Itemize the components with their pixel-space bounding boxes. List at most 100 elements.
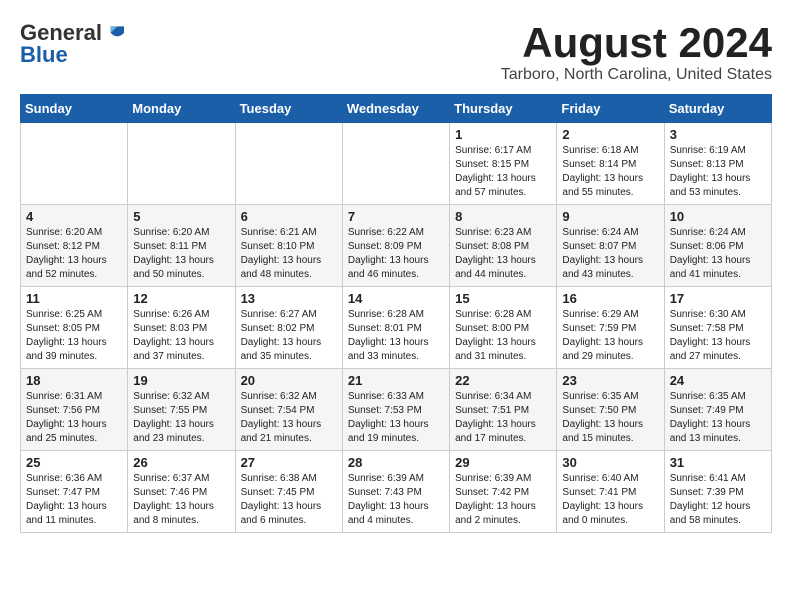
- day-info: Sunrise: 6:24 AM Sunset: 8:06 PM Dayligh…: [670, 226, 766, 282]
- day-info: Sunrise: 6:18 AM Sunset: 8:14 PM Dayligh…: [562, 144, 658, 200]
- day-info: Sunrise: 6:39 AM Sunset: 7:43 PM Dayligh…: [348, 472, 444, 528]
- calendar-cell: 2 Sunrise: 6:18 AM Sunset: 8:14 PM Daylig…: [557, 123, 664, 205]
- day-info: Sunrise: 6:40 AM Sunset: 7:41 PM Dayligh…: [562, 472, 658, 528]
- calendar-cell: 25 Sunrise: 6:36 AM Sunset: 7:47 PM Dayli…: [21, 451, 128, 533]
- weekday-header: Wednesday: [342, 95, 449, 123]
- day-number: 24: [670, 373, 766, 388]
- calendar-cell: 22Sunrise: 6:34 AM Sunset: 7:51 PM Dayli…: [450, 369, 557, 451]
- day-number: 29: [455, 455, 551, 470]
- calendar-cell: 3 Sunrise: 6:19 AM Sunset: 8:13 PM Daylig…: [664, 123, 771, 205]
- calendar-cell: 29 Sunrise: 6:39 AM Sunset: 7:42 PM Dayli…: [450, 451, 557, 533]
- calendar-cell: 11 Sunrise: 6:25 AM Sunset: 8:05 PM Dayli…: [21, 287, 128, 369]
- day-info: Sunrise: 6:31 AM Sunset: 7:56 PM Dayligh…: [26, 390, 122, 446]
- calendar-cell: 7 Sunrise: 6:22 AM Sunset: 8:09 PM Daylig…: [342, 205, 449, 287]
- day-info: Sunrise: 6:20 AM Sunset: 8:12 PM Dayligh…: [26, 226, 122, 282]
- day-number: 30: [562, 455, 658, 470]
- calendar-cell: [342, 123, 449, 205]
- weekday-header: Friday: [557, 95, 664, 123]
- calendar-cell: 5Sunrise: 6:20 AM Sunset: 8:11 PM Daylig…: [128, 205, 235, 287]
- weekday-header: Monday: [128, 95, 235, 123]
- day-number: 26: [133, 455, 229, 470]
- day-info: Sunrise: 6:23 AM Sunset: 8:08 PM Dayligh…: [455, 226, 551, 282]
- calendar-cell: 12 Sunrise: 6:26 AM Sunset: 8:03 PM Dayli…: [128, 287, 235, 369]
- calendar-cell: [128, 123, 235, 205]
- weekday-header: Thursday: [450, 95, 557, 123]
- calendar-week-row: 18Sunrise: 6:31 AM Sunset: 7:56 PM Dayli…: [21, 369, 772, 451]
- calendar: SundayMondayTuesdayWednesdayThursdayFrid…: [20, 94, 772, 533]
- day-number: 7: [348, 209, 444, 224]
- day-info: Sunrise: 6:26 AM Sunset: 8:03 PM Dayligh…: [133, 308, 229, 364]
- day-number: 15: [455, 291, 551, 306]
- day-number: 16: [562, 291, 658, 306]
- day-number: 23: [562, 373, 658, 388]
- weekday-header-row: SundayMondayTuesdayWednesdayThursdayFrid…: [21, 95, 772, 123]
- calendar-cell: 31 Sunrise: 6:41 AM Sunset: 7:39 PM Dayli…: [664, 451, 771, 533]
- day-info: Sunrise: 6:34 AM Sunset: 7:51 PM Dayligh…: [455, 390, 551, 446]
- logo: General Blue: [20, 20, 124, 68]
- calendar-cell: 16 Sunrise: 6:29 AM Sunset: 7:59 PM Dayli…: [557, 287, 664, 369]
- day-number: 2: [562, 127, 658, 142]
- calendar-cell: 24Sunrise: 6:35 AM Sunset: 7:49 PM Dayli…: [664, 369, 771, 451]
- day-number: 10: [670, 209, 766, 224]
- day-info: Sunrise: 6:37 AM Sunset: 7:46 PM Dayligh…: [133, 472, 229, 528]
- location-title: Tarboro, North Carolina, United States: [501, 66, 772, 84]
- calendar-cell: 13 Sunrise: 6:27 AM Sunset: 8:02 PM Dayli…: [235, 287, 342, 369]
- month-title: August 2024: [501, 20, 772, 66]
- day-number: 31: [670, 455, 766, 470]
- calendar-cell: 27Sunrise: 6:38 AM Sunset: 7:45 PM Dayli…: [235, 451, 342, 533]
- day-number: 19: [133, 373, 229, 388]
- day-info: Sunrise: 6:39 AM Sunset: 7:42 PM Dayligh…: [455, 472, 551, 528]
- calendar-cell: 26 Sunrise: 6:37 AM Sunset: 7:46 PM Dayli…: [128, 451, 235, 533]
- weekday-header: Tuesday: [235, 95, 342, 123]
- day-info: Sunrise: 6:36 AM Sunset: 7:47 PM Dayligh…: [26, 472, 122, 528]
- day-info: Sunrise: 6:41 AM Sunset: 7:39 PM Dayligh…: [670, 472, 766, 528]
- day-info: Sunrise: 6:20 AM Sunset: 8:11 PM Dayligh…: [133, 226, 229, 282]
- day-info: Sunrise: 6:32 AM Sunset: 7:55 PM Dayligh…: [133, 390, 229, 446]
- calendar-cell: 18Sunrise: 6:31 AM Sunset: 7:56 PM Dayli…: [21, 369, 128, 451]
- day-info: Sunrise: 6:33 AM Sunset: 7:53 PM Dayligh…: [348, 390, 444, 446]
- day-info: Sunrise: 6:19 AM Sunset: 8:13 PM Dayligh…: [670, 144, 766, 200]
- day-number: 4: [26, 209, 122, 224]
- day-number: 11: [26, 291, 122, 306]
- day-number: 12: [133, 291, 229, 306]
- calendar-cell: 1Sunrise: 6:17 AM Sunset: 8:15 PM Daylig…: [450, 123, 557, 205]
- day-number: 3: [670, 127, 766, 142]
- day-number: 13: [241, 291, 337, 306]
- header: General Blue August 2024 Tarboro, North …: [20, 20, 772, 84]
- day-info: Sunrise: 6:29 AM Sunset: 7:59 PM Dayligh…: [562, 308, 658, 364]
- day-info: Sunrise: 6:32 AM Sunset: 7:54 PM Dayligh…: [241, 390, 337, 446]
- day-info: Sunrise: 6:27 AM Sunset: 8:02 PM Dayligh…: [241, 308, 337, 364]
- calendar-cell: 17 Sunrise: 6:30 AM Sunset: 7:58 PM Dayli…: [664, 287, 771, 369]
- calendar-cell: 8Sunrise: 6:23 AM Sunset: 8:08 PM Daylig…: [450, 205, 557, 287]
- calendar-cell: 4 Sunrise: 6:20 AM Sunset: 8:12 PM Daylig…: [21, 205, 128, 287]
- day-info: Sunrise: 6:28 AM Sunset: 8:01 PM Dayligh…: [348, 308, 444, 364]
- logo-icon: [104, 23, 124, 43]
- day-number: 21: [348, 373, 444, 388]
- day-info: Sunrise: 6:25 AM Sunset: 8:05 PM Dayligh…: [26, 308, 122, 364]
- calendar-cell: 30 Sunrise: 6:40 AM Sunset: 7:41 PM Dayli…: [557, 451, 664, 533]
- calendar-cell: 14Sunrise: 6:28 AM Sunset: 8:01 PM Dayli…: [342, 287, 449, 369]
- day-info: Sunrise: 6:24 AM Sunset: 8:07 PM Dayligh…: [562, 226, 658, 282]
- calendar-week-row: 1Sunrise: 6:17 AM Sunset: 8:15 PM Daylig…: [21, 123, 772, 205]
- calendar-week-row: 25 Sunrise: 6:36 AM Sunset: 7:47 PM Dayli…: [21, 451, 772, 533]
- calendar-cell: 23 Sunrise: 6:35 AM Sunset: 7:50 PM Dayli…: [557, 369, 664, 451]
- calendar-cell: 9 Sunrise: 6:24 AM Sunset: 8:07 PM Daylig…: [557, 205, 664, 287]
- day-info: Sunrise: 6:21 AM Sunset: 8:10 PM Dayligh…: [241, 226, 337, 282]
- day-number: 28: [348, 455, 444, 470]
- day-info: Sunrise: 6:22 AM Sunset: 8:09 PM Dayligh…: [348, 226, 444, 282]
- calendar-week-row: 11 Sunrise: 6:25 AM Sunset: 8:05 PM Dayli…: [21, 287, 772, 369]
- day-number: 17: [670, 291, 766, 306]
- day-info: Sunrise: 6:35 AM Sunset: 7:50 PM Dayligh…: [562, 390, 658, 446]
- calendar-cell: 6Sunrise: 6:21 AM Sunset: 8:10 PM Daylig…: [235, 205, 342, 287]
- calendar-cell: 10 Sunrise: 6:24 AM Sunset: 8:06 PM Dayli…: [664, 205, 771, 287]
- day-info: Sunrise: 6:30 AM Sunset: 7:58 PM Dayligh…: [670, 308, 766, 364]
- day-number: 27: [241, 455, 337, 470]
- calendar-cell: 19 Sunrise: 6:32 AM Sunset: 7:55 PM Dayli…: [128, 369, 235, 451]
- day-number: 20: [241, 373, 337, 388]
- day-number: 9: [562, 209, 658, 224]
- calendar-cell: 20 Sunrise: 6:32 AM Sunset: 7:54 PM Dayli…: [235, 369, 342, 451]
- weekday-header: Sunday: [21, 95, 128, 123]
- day-number: 25: [26, 455, 122, 470]
- calendar-cell: 15 Sunrise: 6:28 AM Sunset: 8:00 PM Dayli…: [450, 287, 557, 369]
- day-info: Sunrise: 6:28 AM Sunset: 8:00 PM Dayligh…: [455, 308, 551, 364]
